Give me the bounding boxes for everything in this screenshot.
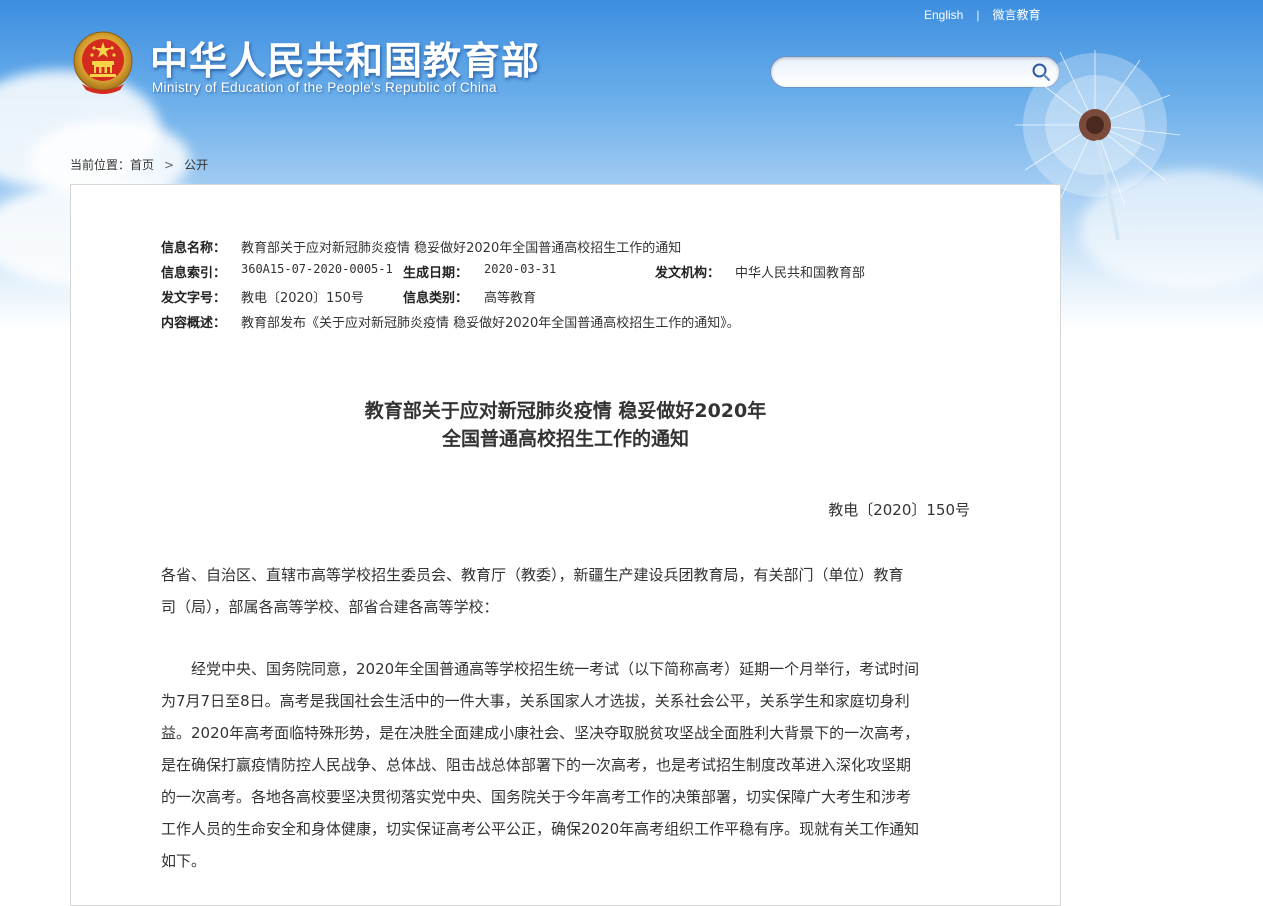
meta-value-docno: 教电〔2020〕150号 [241, 291, 364, 306]
body-line: 经党中央、国务院同意，2020年全国普通高等学校招生统一考试（以下简称高考）延期… [161, 660, 920, 678]
meta-label-date: 生成日期： [403, 266, 469, 281]
recipients-line: 司（局），部属各高等学校、部省合建各高等学校： [161, 598, 499, 616]
meta-label-category: 信息类别： [403, 291, 469, 306]
document-number: 教电〔2020〕150号 [828, 501, 970, 519]
meta-label-index: 信息索引： [161, 266, 227, 281]
breadcrumb-home[interactable]: 首页 [130, 156, 154, 173]
meta-label-name: 信息名称： [161, 241, 227, 256]
breadcrumb-prefix: 当前位置： [70, 158, 131, 172]
body-line: 如下。 [161, 852, 207, 870]
meta-value-name: 教育部关于应对新冠肺炎疫情 稳妥做好2020年全国普通高校招生工作的通知 [241, 241, 682, 256]
body-line: 益。2020年高考面临特殊形势，是在决胜全面建成小康社会、坚决夺取脱贫攻坚战全面… [161, 724, 920, 742]
meta-value-index: 360A15-07-2020-0005-1 [241, 262, 393, 276]
top-links: English | 微言教育 [924, 6, 1041, 23]
breadcrumb-separator: > [164, 157, 175, 172]
meta-value-summary: 教育部发布《关于应对新冠肺炎疫情 稳妥做好2020年全国普通高校招生工作的通知》… [241, 316, 740, 331]
meta-label-issuer: 发文机构： [655, 266, 721, 281]
search-input[interactable] [783, 61, 1027, 85]
meta-label-summary: 内容概述： [161, 316, 227, 331]
body-line: 的一次高考。各地各高校要坚决贯彻落实党中央、国务院关于今年高考工作的决策部署，切… [161, 788, 912, 806]
link-separator: | [976, 7, 980, 22]
english-link[interactable]: English [924, 8, 963, 22]
recipients-line: 各省、自治区、直辖市高等学校招生委员会、教育厅（教委），新疆生产建设兵团教育局，… [161, 566, 904, 584]
article-panel: 信息名称： 教育部关于应对新冠肺炎疫情 稳妥做好2020年全国普通高校招生工作的… [70, 184, 1061, 906]
document-title-line-1: 教育部关于应对新冠肺炎疫情 稳妥做好2020年 [364, 400, 767, 422]
breadcrumb-public[interactable]: 公开 [184, 156, 208, 173]
body-line: 是在确保打赢疫情防控人民战争、总体战、阻击战总体部署下的一次高考，也是考试招生制… [161, 756, 912, 774]
body-line: 为7月7日至8日。高考是我国社会生活中的一件大事，关系国家人才选拔，关系社会公平… [161, 692, 910, 710]
site-title-en: Ministry of Education of the People's Re… [152, 80, 497, 95]
meta-value-issuer: 中华人民共和国教育部 [735, 266, 866, 281]
meta-value-category: 高等教育 [484, 291, 537, 306]
document-title-line-2: 全国普通高校招生工作的通知 [441, 428, 689, 450]
body-line: 工作人员的生命安全和身体健康，切实保证高考公平公正，确保2020年高考组织工作平… [161, 820, 920, 838]
meta-value-date: 2020-03-31 [484, 262, 557, 276]
body-paragraph: 经党中央、国务院同意，2020年全国普通高等学校招生统一考试（以下简称高考）延期… [161, 653, 971, 877]
recipients-paragraph: 各省、自治区、直辖市高等学校招生委员会、教育厅（教委），新疆生产建设兵团教育局，… [161, 559, 971, 623]
meta-label-docno: 发文字号： [161, 291, 227, 306]
document-title: 教育部关于应对新冠肺炎疫情 稳妥做好2020年 全国普通高校招生工作的通知 [71, 397, 1060, 453]
weiyan-jiaoyu-link[interactable]: 微言教育 [992, 6, 1040, 23]
breadcrumb: 当前位置： 首页 > 公开 [70, 156, 208, 173]
site-title-cn[interactable]: 中华人民共和国教育部 [150, 30, 540, 85]
national-emblem-icon[interactable] [72, 30, 134, 96]
